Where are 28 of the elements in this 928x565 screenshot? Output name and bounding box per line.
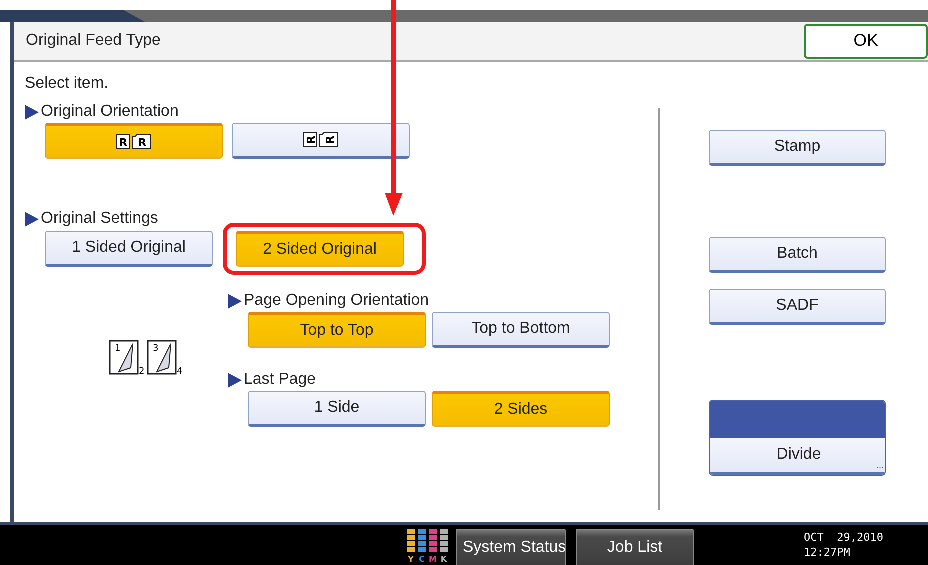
status-bar-button[interactable]: System Status [456,529,566,565]
side-button[interactable]: Stamp [709,130,886,166]
side-button[interactable]: Batch [709,237,886,273]
triangle-icon [25,212,39,226]
triangle-icon [228,294,242,308]
date-time: OCT 29,2010 12:27PM [804,530,884,560]
side-button[interactable]: SADF [709,289,886,325]
orientation-button[interactable]: R R [232,123,410,159]
option-button[interactable]: 1 Side [248,391,426,427]
section-label: Page Opening Orientation [244,291,430,311]
option-button[interactable]: 2 Sided Original [236,231,404,267]
triangle-icon [228,372,242,388]
option-button[interactable]: Top to Top [248,312,426,348]
orientation-button[interactable]: R R [45,123,223,159]
section-label: Original Orientation [41,102,179,122]
section-label: Original Settings [41,209,158,229]
status-bar-button[interactable]: Job List [576,529,694,565]
more-indicator: ... [876,458,884,472]
side-button[interactable]: Divide ... [710,438,885,475]
option-button[interactable]: Top to Bottom [432,312,610,348]
option-button[interactable]: 1 Sided Original [45,231,213,267]
option-button[interactable]: 2 Sides [432,391,610,427]
triangle-icon [25,104,39,120]
instruction-text: Select item. [25,74,110,94]
section-label: Last Page [244,370,316,390]
blank-key[interactable] [710,401,885,438]
ok-button[interactable]: OK [804,24,928,58]
window-title: Original Feed Type [26,31,161,51]
